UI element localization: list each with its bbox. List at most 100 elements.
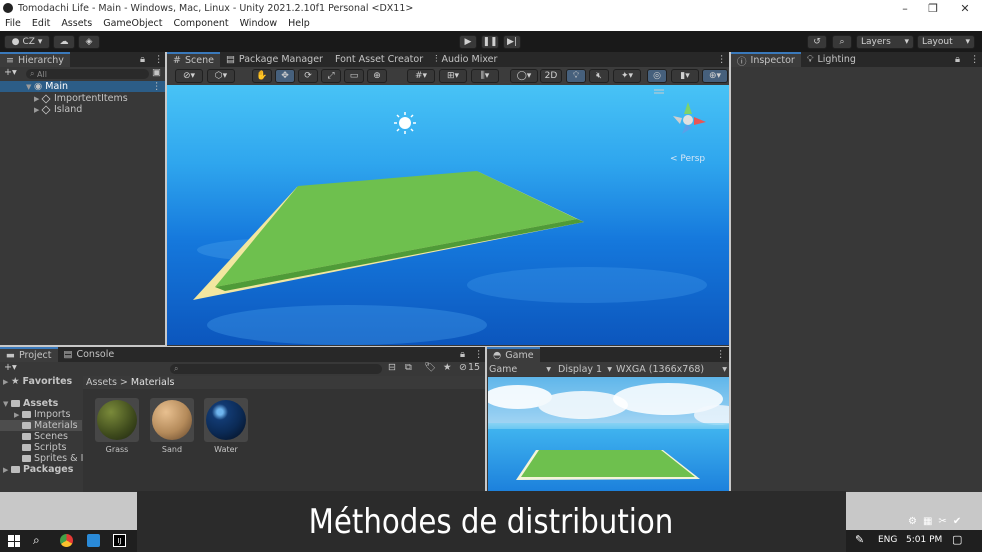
game-viewport[interactable] (488, 377, 729, 492)
hierarchy-item-island[interactable]: ▶ Island (34, 104, 82, 115)
history-button[interactable]: ↺ (807, 35, 827, 49)
lock-icon[interactable]: 🔒︎ (460, 349, 465, 360)
align-dropdown[interactable]: ⫼▾ (471, 69, 499, 83)
tree-favorites[interactable]: ▶ ★ Favorites (3, 376, 72, 387)
tab-inspector[interactable]: ⓘ Inspector (731, 52, 801, 68)
collapse-arrow-icon[interactable]: ▶ (14, 411, 22, 419)
pen-icon[interactable]: ✎ (855, 533, 864, 546)
move-tool-button[interactable]: ✥ (275, 69, 295, 83)
toggle-2d-button[interactable]: 2D (540, 69, 562, 83)
lock-icon[interactable]: 🔒︎ (140, 54, 145, 65)
material-water[interactable]: Water (204, 398, 248, 456)
search-button[interactable]: ⌕ (832, 35, 852, 49)
tree-folder-scripts[interactable]: Scripts (22, 442, 67, 453)
kebab-menu-icon[interactable]: ⋮ (474, 349, 484, 360)
audio-toggle[interactable]: 🔇︎ (589, 69, 609, 83)
resolution-dropdown[interactable]: WXGA (1366x768) ▾ (616, 364, 727, 375)
rect-tool-button[interactable]: ▭ (344, 69, 364, 83)
menu-help[interactable]: Help (288, 18, 310, 29)
add-icon[interactable]: +▾ (4, 362, 17, 373)
kebab-menu-icon[interactable]: ⋮ (717, 54, 727, 65)
minimize-icon[interactable]: – (890, 0, 920, 16)
kebab-menu-icon[interactable]: ⋮ (152, 81, 162, 92)
effects-dropdown[interactable]: ✦▾ (613, 69, 641, 83)
hidden-packages-toggle[interactable]: ⊘ 15 (459, 362, 480, 373)
display-dropdown[interactable]: Display 1 ▾ (558, 364, 612, 375)
vscode-icon[interactable] (87, 534, 100, 547)
tray-network-icon[interactable]: ▦ (923, 516, 932, 527)
menu-edit[interactable]: Edit (32, 18, 50, 29)
hierarchy-item-importentitems[interactable]: ▶ ImportentItems (34, 93, 128, 104)
filter-type-icon[interactable]: ⧉ (405, 362, 412, 373)
filter-icon[interactable]: ▣ (152, 67, 161, 78)
breadcrumb-materials[interactable]: Materials (131, 377, 175, 388)
material-sand[interactable]: Sand (150, 398, 194, 456)
tree-folder-materials[interactable]: Materials (22, 420, 78, 431)
play-button[interactable]: ▶ (459, 35, 477, 49)
visibility-toggle[interactable]: ◎ (647, 69, 667, 83)
step-button[interactable]: ▶| (503, 35, 521, 49)
tab-audio-mixer[interactable]: ⫶ Audio Mixer (429, 52, 503, 67)
tab-package-manager[interactable]: ▤ Package Manager (220, 52, 329, 67)
menu-gameobject[interactable]: GameObject (103, 18, 162, 29)
search-icon[interactable]: ⌕ (33, 533, 40, 548)
draw-mode-dropdown[interactable]: ⊘▾ (175, 69, 203, 83)
tab-project[interactable]: ▬ Project (0, 347, 58, 362)
project-search-input[interactable]: ⌕ (170, 364, 382, 374)
add-icon[interactable]: +▾ (4, 67, 17, 78)
tree-packages[interactable]: ▶ Packages (3, 464, 73, 475)
label-icon[interactable]: 🏷︎ (424, 362, 436, 373)
ide-icon[interactable]: IJ (113, 534, 126, 547)
render-mode-dropdown[interactable]: ◯▾ (510, 69, 538, 83)
scale-tool-button[interactable]: ⤢ (321, 69, 341, 83)
collapse-arrow-icon[interactable]: ▶ (3, 466, 11, 474)
collab-button[interactable]: ◈ (78, 35, 100, 49)
hierarchy-search-input[interactable]: ⌕ All (26, 69, 149, 79)
hand-tool-button[interactable]: ✋ (252, 69, 272, 83)
tree-assets[interactable]: ▼ Assets (3, 398, 58, 409)
layers-dropdown[interactable]: Layers ▾ (856, 35, 914, 49)
collapse-arrow-icon[interactable]: ▶ (3, 378, 11, 386)
hierarchy-item-main[interactable]: ▼ ◉ Main ⋮ (26, 81, 162, 92)
tab-scene[interactable]: # Scene (167, 52, 220, 67)
lighting-toggle[interactable]: 💡︎ (566, 69, 586, 83)
menu-component[interactable]: Component (173, 18, 228, 29)
game-mode-dropdown[interactable]: Game ▾ (489, 364, 551, 375)
scene-viewport[interactable]: < Persp (167, 85, 729, 345)
gizmos-dropdown[interactable]: ⊕▾ (702, 69, 728, 83)
tab-console[interactable]: ▤ Console (58, 347, 121, 362)
maximize-icon[interactable]: ❐ (918, 0, 948, 16)
menu-assets[interactable]: Assets (61, 18, 92, 29)
kebab-menu-icon[interactable]: ⋮ (154, 54, 164, 65)
layout-dropdown[interactable]: Layout ▾ (917, 35, 975, 49)
kebab-menu-icon[interactable]: ⋮ (970, 54, 980, 65)
expand-arrow-icon[interactable]: ▼ (26, 83, 34, 91)
tab-hierarchy[interactable]: ≡ Hierarchy (0, 52, 70, 67)
transform-tool-button[interactable]: ⊕ (367, 69, 387, 83)
chrome-icon[interactable] (60, 534, 73, 547)
tab-font-asset-creator[interactable]: Font Asset Creator (329, 52, 429, 67)
tab-game[interactable]: ◓ Game (487, 347, 540, 362)
breadcrumb-assets[interactable]: Assets (86, 377, 117, 388)
kebab-menu-icon[interactable]: ⋮ (716, 349, 726, 360)
search-type-icon[interactable]: ⊟ (388, 362, 396, 373)
language-indicator[interactable]: ENG (878, 535, 897, 545)
account-dropdown[interactable]: ● CZ ▾ (4, 35, 50, 49)
material-grass[interactable]: Grass (95, 398, 139, 456)
clock[interactable]: 5:01 PM (906, 535, 942, 545)
start-icon[interactable] (8, 535, 20, 547)
star-icon[interactable]: ★ (443, 362, 452, 373)
tab-lighting[interactable]: 💡︎ Lighting (801, 52, 862, 67)
tray-tool-icon[interactable]: ✂ (938, 516, 946, 527)
tray-app-icon[interactable]: ⚙ (908, 516, 917, 527)
shading-dropdown[interactable]: ⬡▾ (207, 69, 235, 83)
increment-snap-dropdown[interactable]: ⊞▾ (439, 69, 467, 83)
persp-label[interactable]: < Persp (670, 154, 705, 164)
expand-arrow-icon[interactable]: ▼ (3, 400, 11, 408)
menu-file[interactable]: File (5, 18, 21, 29)
lock-icon[interactable]: 🔒︎ (955, 54, 960, 65)
cloud-button[interactable]: ☁ (53, 35, 75, 49)
notification-icon[interactable]: ▢ (952, 533, 962, 546)
tree-folder-scenes[interactable]: Scenes (22, 431, 68, 442)
grid-snap-dropdown[interactable]: #▾ (407, 69, 435, 83)
